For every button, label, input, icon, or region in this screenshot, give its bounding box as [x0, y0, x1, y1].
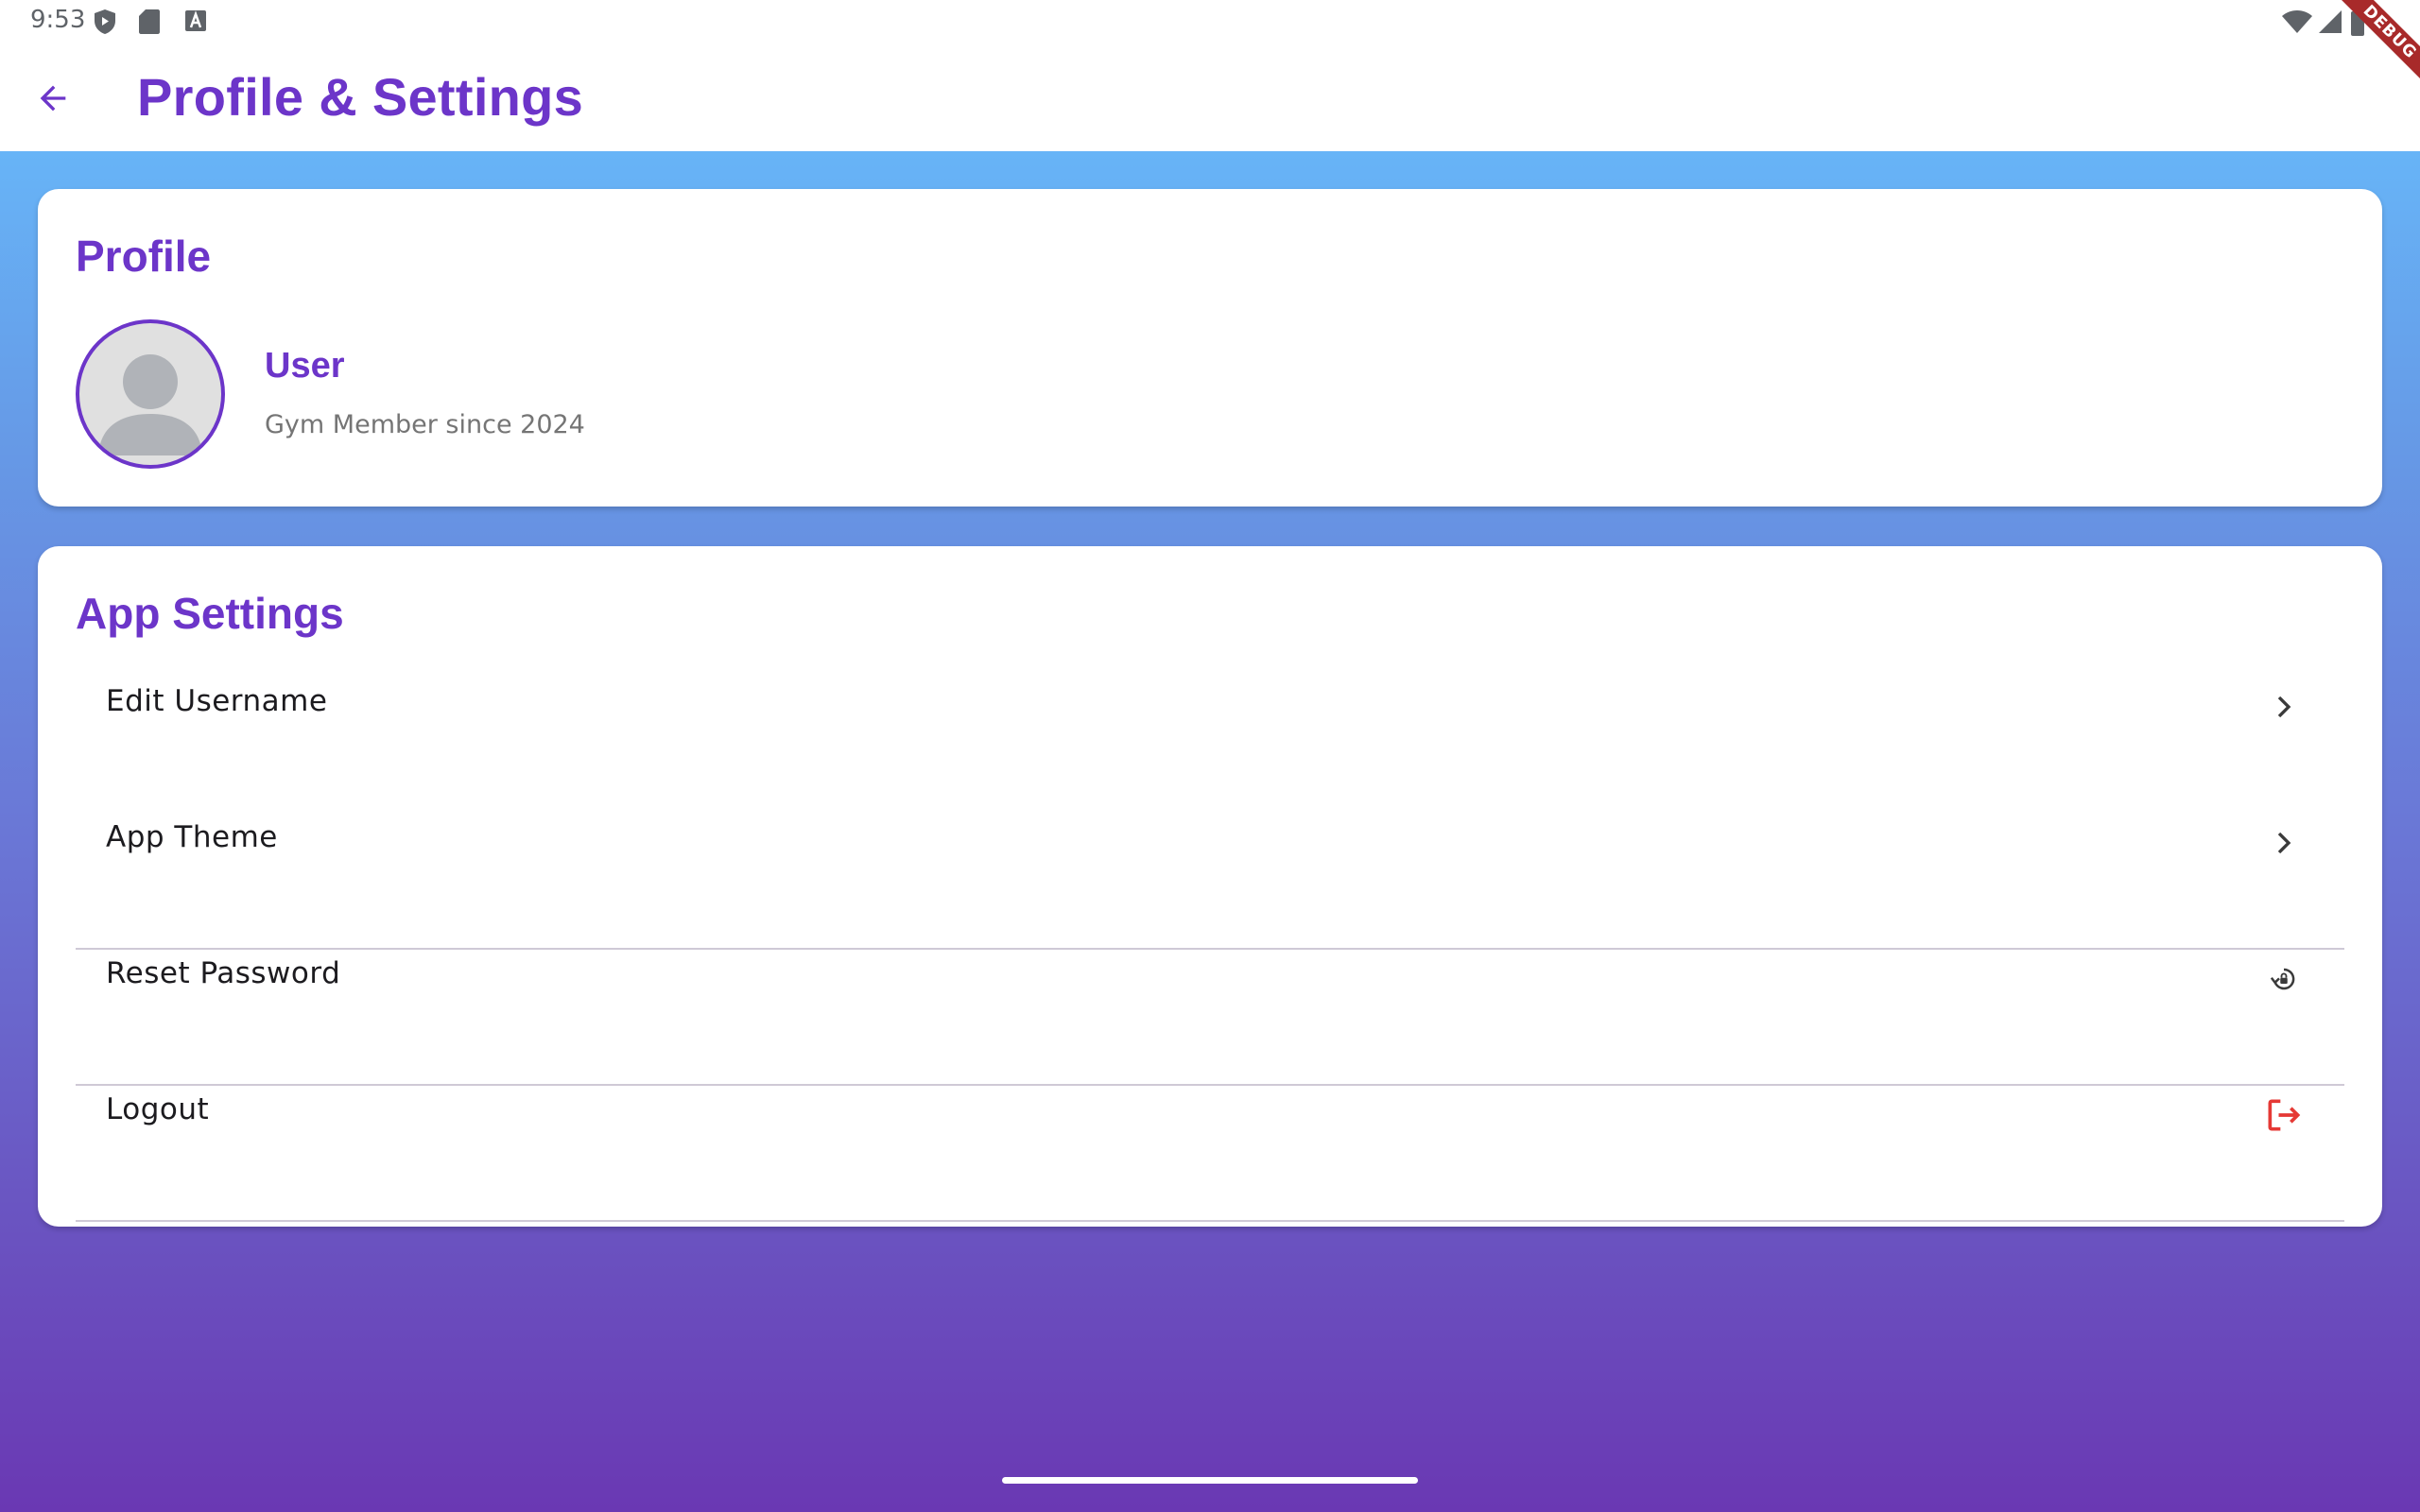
member-since: Gym Member since 2024: [265, 410, 585, 439]
settings-item-label: Logout: [106, 1092, 210, 1126]
profile-card: Profile User Gym Member since 2024: [38, 189, 2382, 507]
divider: [76, 1220, 2344, 1222]
home-indicator[interactable]: [1002, 1477, 1418, 1484]
arrow-back-icon: [40, 85, 66, 112]
status-time: 9:53: [30, 6, 86, 34]
settings-item-logout[interactable]: Logout: [76, 1047, 2344, 1183]
status-bar: 9:53: [0, 0, 2420, 45]
shield-icon: [93, 9, 117, 40]
page-title: Profile & Settings: [137, 67, 584, 127]
settings-card: App Settings Edit Username App Theme Res…: [38, 546, 2382, 1227]
sd-card-icon: [138, 9, 161, 40]
wifi-icon: [2281, 9, 2313, 40]
settings-item-label: Reset Password: [106, 956, 341, 990]
settings-section-title: App Settings: [76, 589, 344, 638]
content-area: Profile User Gym Member since 2024 App S…: [0, 151, 2420, 1512]
settings-item-label: App Theme: [106, 820, 278, 854]
settings-item-app-theme[interactable]: App Theme: [76, 775, 2344, 911]
settings-item-reset-password[interactable]: Reset Password: [76, 911, 2344, 1047]
logout-icon: [2261, 1092, 2307, 1138]
chevron-right-icon: [2261, 684, 2307, 730]
avatar[interactable]: [76, 319, 225, 469]
profile-section-title: Profile: [76, 232, 212, 281]
settings-item-edit-username[interactable]: Edit Username: [76, 639, 2344, 775]
cellular-signal-icon: [2317, 9, 2343, 40]
back-button[interactable]: [23, 68, 83, 129]
font-a-icon: [183, 9, 208, 38]
person-icon: [98, 354, 202, 455]
chevron-right-icon: [2261, 820, 2307, 866]
lock-reset-icon: [2261, 956, 2307, 1002]
settings-item-label: Edit Username: [106, 684, 328, 718]
app-bar: Profile & Settings: [0, 45, 2420, 151]
user-name: User: [265, 346, 345, 386]
